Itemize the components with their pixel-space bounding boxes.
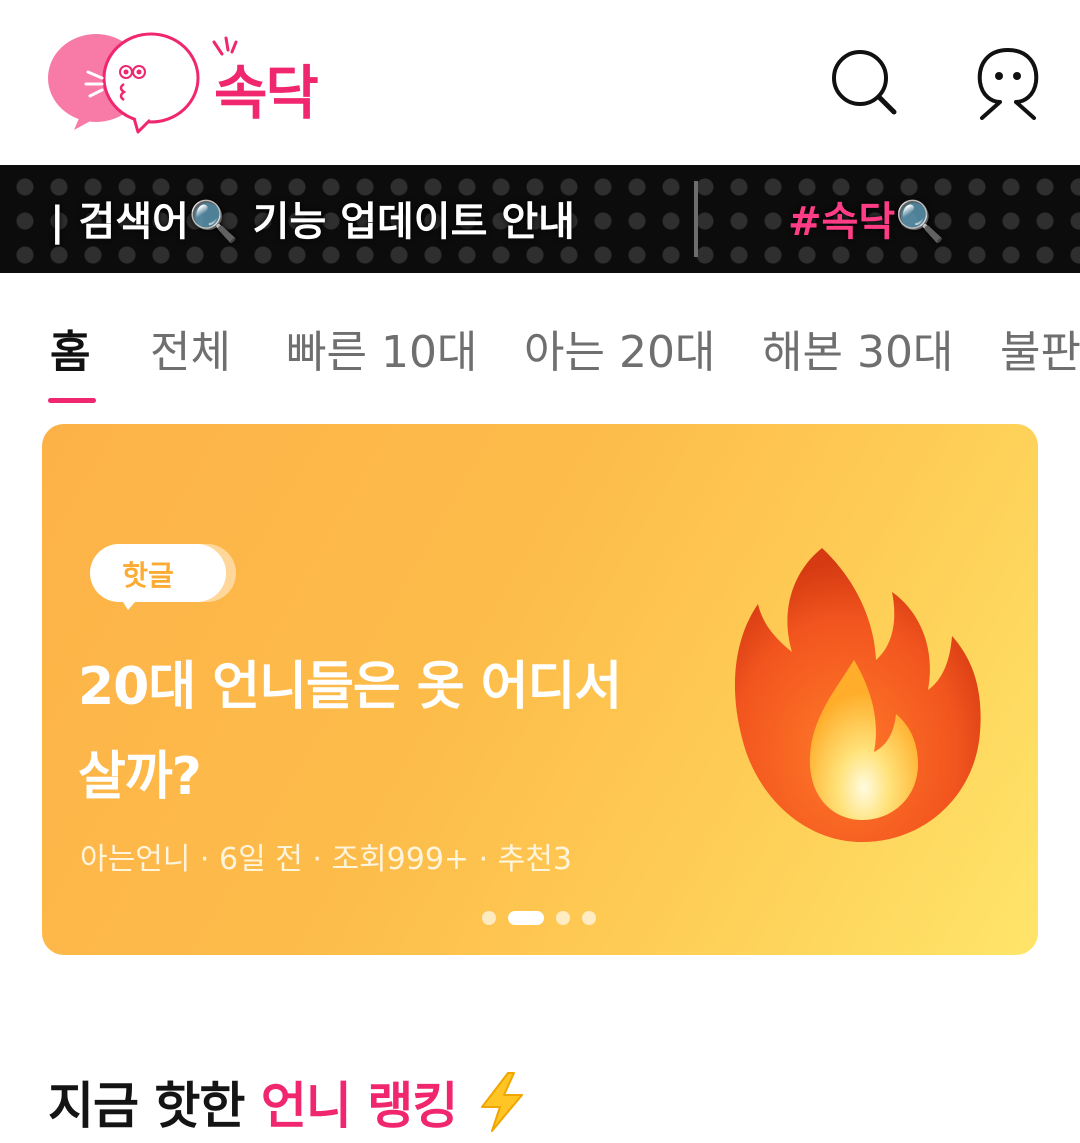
ranking-section-title: 지금 핫한 언니 랭킹 [48,1066,530,1138]
badge-tail [118,594,142,610]
section-title-prefix: 지금 핫한 [48,1077,245,1135]
tab-home[interactable]: 홈 [50,316,90,380]
active-tab-indicator [48,398,96,403]
tab-bulpan[interactable]: 불판 [1000,316,1080,380]
notice-ticker[interactable]: | 검색어🔍 기능 업데이트 안내 #속닥🔍 [0,165,1080,273]
home-screen: 속닥 | 검색어🔍 기능 업데이트 안내 #속닥🔍 홈 전체 빠른 10대 아는… [0,0,1080,1143]
banner-title[interactable]: 20대 언니들은 옷 어디서 살까? [78,642,718,822]
carousel-dot[interactable] [482,911,496,925]
carousel-dot-active[interactable] [508,911,544,925]
section-title-highlight: 언니 랭킹 [260,1077,458,1135]
tab-all[interactable]: 전체 [150,316,231,380]
logo-text: 속닥 [214,59,319,127]
carousel-dot[interactable] [556,911,570,925]
search-icon [832,50,897,115]
tab-20s[interactable]: 아는 20대 [524,316,715,380]
banner-title-line1: 20대 언니들은 옷 어디서 [78,657,622,717]
hot-badge: 핫글 [90,544,226,610]
lightning-icon [480,1072,523,1132]
ticker-divider [694,181,698,257]
fire-icon [734,548,981,842]
hot-post-banner[interactable]: 핫글 20대 언니들은 옷 어디서 살까? 아는언니 · 6일 전 · 조회99… [42,424,1038,955]
tab-10s[interactable]: 빠른 10대 [286,316,477,380]
app-logo[interactable]: 속닥 [46,32,346,134]
banner-meta: 아는언니 · 6일 전 · 조회999+ · 추천3 [80,842,572,877]
carousel-dot[interactable] [582,911,596,925]
profile-icon [977,48,1039,120]
profile-button[interactable] [974,46,1042,120]
search-button[interactable] [830,46,898,120]
app-header: 속닥 [0,0,1080,165]
category-tabs: 홈 전체 빠른 10대 아는 20대 해본 30대 불판 [0,290,1080,410]
ticker-notice[interactable]: | 검색어🔍 기능 업데이트 안내 [50,189,575,247]
banner-title-line2: 살까? [78,747,202,807]
hot-badge-label: 핫글 [122,559,174,592]
tab-30s[interactable]: 해본 30대 [762,316,953,380]
ticker-hashtag[interactable]: #속닥🔍 [788,189,945,247]
